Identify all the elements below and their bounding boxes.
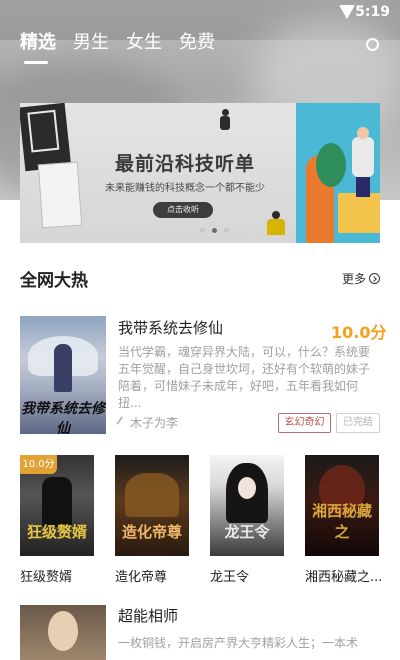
section-title: 全网大热: [20, 271, 88, 291]
book-cover[interactable]: [20, 605, 106, 660]
book-name: 龙王令: [210, 570, 250, 585]
grid-book[interactable]: 狂级赘婿 10.0分 狂级赘婿: [20, 455, 94, 585]
status-time: 5:19: [355, 4, 390, 20]
book-illustration: [37, 161, 83, 229]
tab-label: 女生: [126, 32, 162, 53]
grid-book[interactable]: 造化帝尊 造化帝尊: [115, 455, 189, 585]
carousel-dot-active[interactable]: [212, 228, 217, 233]
tab-label: 男生: [73, 32, 109, 53]
tab-label: 精选: [20, 32, 56, 53]
book-title[interactable]: 我带系统去修仙: [118, 317, 223, 338]
tab-male[interactable]: 男生: [73, 30, 109, 60]
author-name: 木子为李: [130, 416, 179, 430]
tab-female[interactable]: 女生: [126, 30, 162, 60]
book-name: 狂级赘婿: [20, 570, 73, 585]
book-cover[interactable]: 造化帝尊: [115, 455, 189, 556]
cover-title: 龙王令: [224, 523, 270, 541]
book-illustration: [20, 103, 72, 172]
book-description: 当代学霸，魂穿异界大陆，可以，什么？系统要五年觉醒，自己身世坎坷，还好有个软萌的…: [118, 345, 371, 410]
cover-title: 湘西秘藏之: [311, 502, 372, 541]
status-bar: 5:19: [0, 0, 400, 26]
book-name: 湘西秘藏之...: [305, 570, 383, 585]
banner-headline: 最前沿科技听单: [114, 153, 255, 175]
book-description: 一枚铜钱，开启房产界大亨精彩人生；一本术: [118, 636, 359, 650]
tab-featured[interactable]: 精选: [20, 30, 56, 64]
tab-free[interactable]: 免费: [179, 30, 215, 60]
person-illustration: [216, 109, 234, 137]
category-tabs: 精选 男生 女生 免费: [20, 30, 215, 64]
listen-button[interactable]: 点击收听: [153, 202, 213, 218]
cover-title: 狂级赘婿: [26, 523, 87, 541]
book-title[interactable]: 超能相师: [118, 605, 178, 626]
book-score: 10.0分: [331, 323, 387, 342]
status-tag: 已完结: [336, 413, 380, 433]
pen-icon: [116, 416, 129, 429]
genre-tag[interactable]: 玄幻奇幻: [278, 413, 331, 433]
more-label: 更多: [342, 272, 367, 286]
tree-illustration: [316, 143, 346, 187]
carousel-dot[interactable]: [200, 228, 205, 233]
book-cover[interactable]: 我带系统去修仙: [20, 316, 106, 434]
more-link[interactable]: 更多: [342, 270, 381, 287]
carousel-indicator: [200, 228, 229, 233]
search-icon[interactable]: [366, 38, 379, 51]
carousel-dot[interactable]: [224, 228, 229, 233]
grid-book[interactable]: 龙王令 龙王令: [210, 455, 284, 585]
cover-title: 我带系统去修仙: [21, 401, 105, 434]
wifi-icon: [339, 5, 355, 19]
tab-label: 免费: [179, 32, 215, 53]
book-cover[interactable]: 狂级赘婿 10.0分: [20, 455, 94, 556]
book-author: 木子为李: [116, 414, 179, 431]
person-illustration: [352, 127, 374, 197]
chevron-right-icon: [369, 273, 381, 284]
promo-banner[interactable]: 最前沿科技听单 未来能赚钱的科技概念一个都不能少 点击收听: [20, 103, 380, 243]
person-illustration: [264, 211, 288, 237]
book-cover[interactable]: 龙王令: [210, 455, 284, 556]
banner-subline: 未来能赚钱的科技概念一个都不能少: [105, 183, 265, 194]
cover-title: 造化帝尊: [121, 523, 182, 541]
score-badge: 10.0分: [20, 455, 57, 474]
grid-book[interactable]: 湘西秘藏之 湘西秘藏之...: [305, 455, 383, 585]
active-tab-indicator: [24, 61, 48, 64]
book-name: 造化帝尊: [115, 570, 168, 585]
books-illustration: [338, 193, 380, 233]
book-cover[interactable]: 湘西秘藏之: [305, 455, 379, 556]
